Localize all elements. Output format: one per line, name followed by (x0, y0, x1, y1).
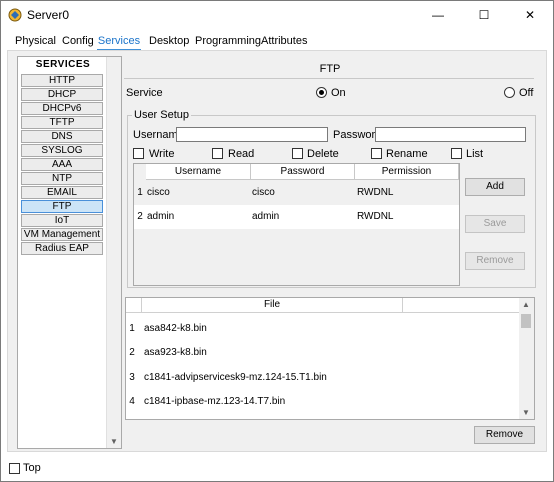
row-permission: RWDNL (357, 187, 394, 198)
row-username: cisco (147, 187, 170, 198)
row-username: admin (147, 211, 175, 222)
tab-config[interactable]: Config (62, 35, 94, 51)
window-title: Server0 (27, 8, 70, 22)
write-label: Write (149, 148, 175, 160)
password-column-header[interactable]: Password (251, 164, 355, 180)
tab-attributes[interactable]: Attributes (261, 35, 307, 51)
row-number: 1 (137, 187, 143, 198)
delete-label: Delete (307, 148, 339, 160)
file-column-header[interactable]: File (142, 298, 403, 313)
services-header: SERVICES (35, 59, 91, 70)
read-label: Read (228, 148, 255, 160)
file-row-number: 3 (129, 372, 135, 383)
rename-label: Rename (386, 148, 428, 160)
file-table: File 1 asa842-k8.bin 2 asa923-k8.bin 3 c… (125, 297, 535, 420)
tab-bar: Physical Config Services Desktop Program… (1, 31, 553, 51)
user-setup-label: User Setup (132, 109, 192, 121)
ftp-title: FTP (319, 63, 341, 75)
add-button[interactable]: Add (465, 178, 525, 196)
file-row-name[interactable]: asa842-k8.bin (144, 323, 207, 334)
chevron-up-icon[interactable]: ▲ (522, 300, 530, 309)
user-table: Username Password Permission 1 cisco cis… (133, 163, 460, 286)
file-row-name[interactable]: c1841-advipservicesk9-mz.124-15.T1.bin (144, 372, 327, 383)
service-on-label: On (331, 87, 346, 99)
rename-checkbox[interactable] (371, 148, 382, 159)
top-label: Top (23, 462, 41, 474)
service-item-vm-management[interactable]: VM Management (21, 228, 103, 241)
service-item-tftp[interactable]: TFTP (21, 116, 103, 129)
save-button[interactable]: Save (465, 215, 525, 233)
ftp-title-divider (124, 78, 534, 79)
service-item-dns[interactable]: DNS (21, 130, 103, 143)
service-label: Service (126, 87, 163, 99)
server-window: Server0 — ☐ ✕ Physical Config Services D… (0, 0, 554, 482)
service-item-radius-eap[interactable]: Radius EAP (21, 242, 103, 255)
row-number: 2 (137, 211, 143, 222)
service-item-syslog[interactable]: SYSLOG (21, 144, 103, 157)
maximize-button[interactable]: ☐ (461, 1, 507, 29)
file-row-number: 2 (129, 347, 135, 358)
service-item-ntp[interactable]: NTP (21, 172, 103, 185)
table-row[interactable] (134, 205, 459, 229)
file-row-number: 4 (129, 396, 135, 407)
username-column-header[interactable]: Username (146, 164, 251, 180)
services-list: SERVICES HTTP DHCP DHCPv6 TFTP DNS SYSLO… (17, 56, 122, 449)
read-checkbox[interactable] (212, 148, 223, 159)
close-button[interactable]: ✕ (507, 1, 553, 29)
tab-desktop[interactable]: Desktop (149, 35, 189, 51)
remove-file-button[interactable]: Remove (474, 426, 535, 444)
tab-programming[interactable]: Programming (195, 35, 261, 51)
title-bar: Server0 — ☐ ✕ (1, 1, 553, 29)
file-scrollbar[interactable]: ▲ ▼ (519, 298, 534, 419)
services-content: SERVICES HTTP DHCP DHCPv6 TFTP DNS SYSLO… (7, 51, 547, 452)
service-item-dhcpv6[interactable]: DHCPv6 (21, 102, 103, 115)
service-item-http[interactable]: HTTP (21, 74, 103, 87)
tab-physical[interactable]: Physical (15, 35, 56, 51)
services-scrollbar[interactable]: ▼ (106, 57, 121, 448)
chevron-down-icon[interactable]: ▼ (522, 408, 530, 417)
row-password: admin (252, 211, 280, 222)
scroll-thumb[interactable] (521, 314, 531, 328)
service-on-radio[interactable] (316, 87, 327, 98)
tab-services[interactable]: Services (97, 35, 141, 51)
row-password: cisco (252, 187, 275, 198)
service-off-label: Off (519, 87, 534, 99)
chevron-down-icon[interactable]: ▼ (110, 437, 118, 446)
service-off-radio[interactable] (504, 87, 515, 98)
top-checkbox[interactable] (9, 463, 20, 474)
password-input[interactable] (375, 127, 526, 142)
service-item-dhcp[interactable]: DHCP (21, 88, 103, 101)
list-label: List (466, 148, 484, 160)
list-checkbox[interactable] (451, 148, 462, 159)
service-item-ftp[interactable]: FTP (21, 200, 103, 213)
permission-column-header[interactable]: Permission (355, 164, 459, 180)
file-extra-column-header (403, 298, 519, 313)
delete-checkbox[interactable] (292, 148, 303, 159)
service-item-aaa[interactable]: AAA (21, 158, 103, 171)
minimize-button[interactable]: — (415, 1, 461, 29)
service-item-email[interactable]: EMAIL (21, 186, 103, 199)
app-icon (7, 7, 23, 23)
row-permission: RWDNL (357, 211, 394, 222)
remove-user-button[interactable]: Remove (465, 252, 525, 270)
table-row[interactable] (134, 181, 459, 205)
service-item-iot[interactable]: IoT (21, 214, 103, 227)
file-row-number: 1 (129, 323, 135, 334)
file-index-header (126, 298, 142, 313)
file-row-name[interactable]: asa923-k8.bin (144, 347, 207, 358)
write-checkbox[interactable] (133, 148, 144, 159)
username-input[interactable] (176, 127, 328, 142)
file-row-name[interactable]: c1841-ipbase-mz.123-14.T7.bin (144, 396, 285, 407)
